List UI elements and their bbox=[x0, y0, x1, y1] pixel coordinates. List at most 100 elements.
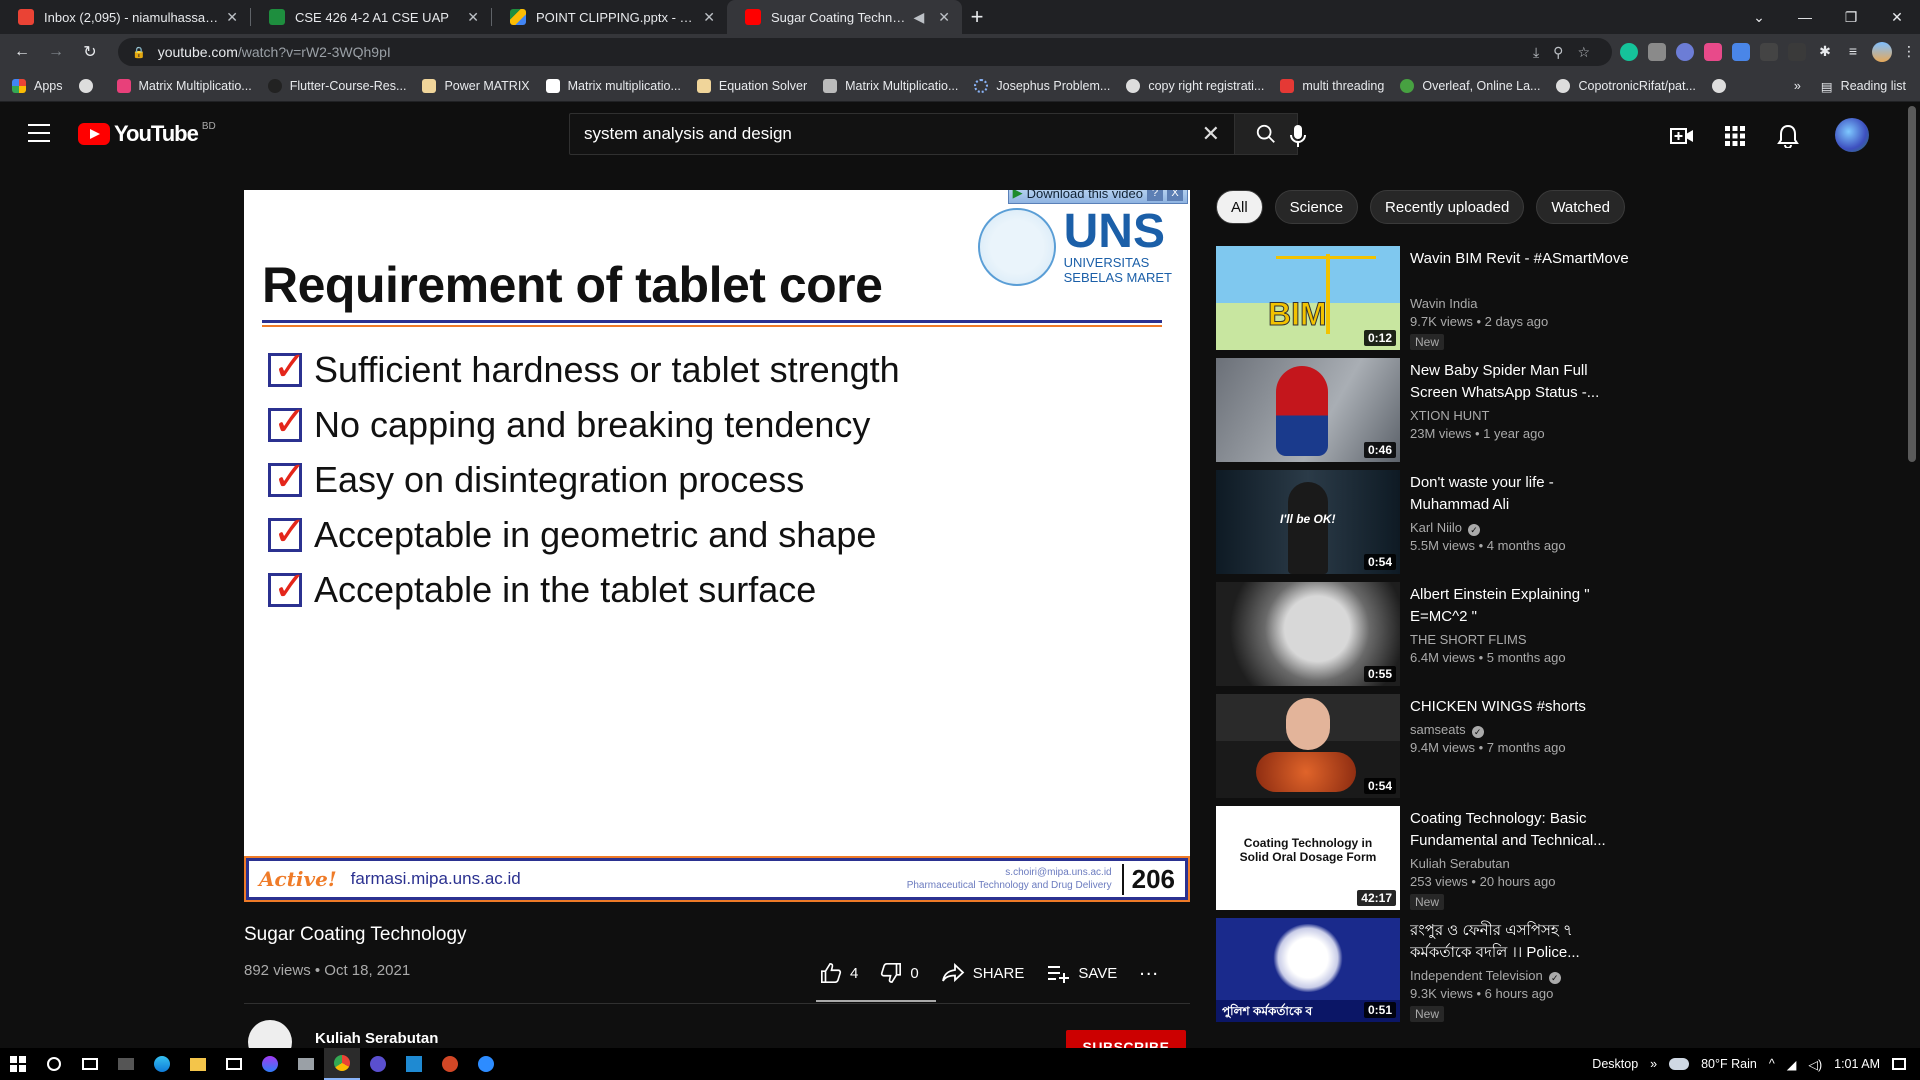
recommended-video[interactable]: Coating Technology in Solid Oral Dosage … bbox=[1216, 806, 1636, 918]
extension-icon[interactable] bbox=[1676, 43, 1694, 61]
recommended-channel[interactable]: Independent Television ✓ bbox=[1410, 968, 1561, 984]
media-icon[interactable]: ≡ bbox=[1844, 43, 1862, 61]
search-icon[interactable] bbox=[36, 1048, 72, 1080]
chip-all[interactable]: All bbox=[1216, 190, 1263, 224]
pen-extension-icon[interactable] bbox=[1788, 43, 1806, 61]
recommended-title[interactable]: CHICKEN WINGS #shorts bbox=[1410, 696, 1630, 718]
puzzle-icon[interactable]: ✱ bbox=[1816, 43, 1834, 61]
video-thumbnail[interactable]: BIM 0:12 bbox=[1216, 246, 1400, 350]
reload-icon[interactable]: ↻ bbox=[76, 42, 104, 62]
mail-icon[interactable] bbox=[216, 1048, 252, 1080]
download-video-bar[interactable]: ▶ Download this video ? X bbox=[1007, 190, 1188, 204]
recommended-title[interactable]: Wavin BIM Revit - #ASmartMove bbox=[1410, 248, 1630, 270]
bookmark-item[interactable]: Overleaf, Online La... bbox=[1400, 78, 1540, 93]
notifications-button[interactable] bbox=[1776, 124, 1800, 148]
app-icon[interactable] bbox=[468, 1048, 504, 1080]
close-window-icon[interactable]: ✕ bbox=[1874, 9, 1920, 26]
youtube-logo[interactable]: YouTube BD bbox=[78, 121, 216, 147]
voice-search-button[interactable] bbox=[1278, 116, 1318, 156]
weather-text[interactable]: 80°F Rain bbox=[1701, 1057, 1757, 1071]
bookmark-apps[interactable]: Apps bbox=[12, 78, 63, 93]
bookmark-item[interactable] bbox=[1711, 78, 1734, 93]
clear-search-icon[interactable]: ✕ bbox=[1202, 121, 1220, 147]
task-view-icon[interactable] bbox=[72, 1048, 108, 1080]
bookmark-item[interactable]: Matrix Multiplicatio... bbox=[116, 78, 252, 93]
like-button[interactable]: 4 bbox=[820, 962, 858, 984]
page-scrollbar[interactable] bbox=[1904, 102, 1920, 1048]
profile-tab-search-icon[interactable]: ⌄ bbox=[1736, 9, 1782, 26]
camera-extension-icon[interactable] bbox=[1648, 43, 1666, 61]
cmd-icon[interactable] bbox=[108, 1048, 144, 1080]
dislike-button[interactable]: 0 bbox=[880, 962, 919, 984]
recommended-title[interactable]: Albert Einstein Explaining " E=MC^2 " bbox=[1410, 584, 1630, 628]
chip-watched[interactable]: Watched bbox=[1536, 190, 1625, 224]
profile-avatar[interactable] bbox=[1872, 42, 1892, 62]
clock[interactable]: 1:01 AM bbox=[1834, 1057, 1880, 1071]
video-thumbnail[interactable]: Coating Technology in Solid Oral Dosage … bbox=[1216, 806, 1400, 910]
recommended-title[interactable]: Coating Technology: Basic Fundamental an… bbox=[1410, 808, 1630, 852]
bookmark-item[interactable]: Matrix Multiplicatio... bbox=[823, 78, 958, 93]
video-extension-icon[interactable] bbox=[1704, 43, 1722, 61]
video-thumbnail[interactable]: 0:46 bbox=[1216, 358, 1400, 462]
video-thumbnail[interactable]: 0:54 bbox=[1216, 694, 1400, 798]
save-button[interactable]: SAVE bbox=[1046, 963, 1117, 983]
reading-list-icon[interactable]: ▤ bbox=[1821, 79, 1833, 94]
extension-icon[interactable] bbox=[1760, 43, 1778, 61]
bookmark-item[interactable]: copy right registrati... bbox=[1126, 78, 1264, 93]
recommended-channel[interactable]: Wavin India bbox=[1410, 296, 1477, 311]
create-video-button[interactable] bbox=[1670, 124, 1694, 148]
desktop-toolbar[interactable]: Desktop bbox=[1592, 1057, 1638, 1071]
apps-button[interactable] bbox=[1723, 124, 1747, 148]
more-actions-button[interactable]: ... bbox=[1139, 958, 1159, 981]
volume-icon[interactable]: ◁) bbox=[1808, 1057, 1822, 1072]
forward-icon[interactable]: → bbox=[42, 43, 70, 61]
bookmark-item[interactable] bbox=[78, 78, 101, 93]
powerpoint-icon[interactable] bbox=[432, 1048, 468, 1080]
bookmark-item[interactable]: Equation Solver bbox=[696, 78, 807, 93]
share-button[interactable]: SHARE bbox=[941, 963, 1024, 983]
minimize-icon[interactable]: — bbox=[1782, 9, 1828, 25]
restore-icon[interactable]: ❐ bbox=[1828, 9, 1874, 26]
reading-list-button[interactable]: Reading list bbox=[1841, 79, 1906, 93]
close-icon[interactable]: ✕ bbox=[226, 9, 238, 26]
close-icon[interactable]: ✕ bbox=[467, 9, 479, 26]
app-icon[interactable] bbox=[360, 1048, 396, 1080]
chevron-double-right-icon[interactable]: » bbox=[1650, 1057, 1657, 1071]
recommended-title[interactable]: রংপুর ও ফেনীর এসপিসহ ৭ কর্মকর্তাকে বদলি … bbox=[1410, 920, 1630, 964]
recommended-video[interactable]: 0:55 Albert Einstein Explaining " E=MC^2… bbox=[1216, 582, 1636, 694]
lock-icon[interactable]: 🔒 bbox=[132, 46, 146, 59]
scrollbar-thumb[interactable] bbox=[1908, 106, 1916, 462]
bookmark-item[interactable]: multi threading bbox=[1280, 78, 1384, 93]
bookmarks-overflow-button[interactable]: » bbox=[1794, 79, 1801, 93]
grammarly-extension-icon[interactable] bbox=[1620, 43, 1638, 61]
bookmark-star-icon[interactable]: ☆ bbox=[1577, 44, 1590, 61]
menu-icon[interactable]: ⋮ bbox=[1902, 43, 1916, 61]
recommended-title[interactable]: New Baby Spider Man Full Screen WhatsApp… bbox=[1410, 360, 1630, 404]
guide-menu-icon[interactable] bbox=[28, 124, 50, 142]
browser-tab-classroom[interactable]: CSE 426 4-2 A1 CSE UAP ✕ bbox=[251, 0, 491, 34]
mute-icon[interactable]: ◀ bbox=[913, 9, 924, 26]
close-icon[interactable]: ✕ bbox=[703, 9, 715, 26]
help-button[interactable]: ? bbox=[1147, 190, 1163, 201]
video-thumbnail[interactable]: I'll be OK! 0:54 bbox=[1216, 470, 1400, 574]
recommended-channel[interactable]: XTION HUNT bbox=[1410, 408, 1489, 423]
address-bar[interactable]: 🔒 youtube.com/watch?v=rW2-3WQh9pI ⤓ ⚲ ☆ bbox=[118, 38, 1612, 66]
recommended-channel[interactable]: samseats ✓ bbox=[1410, 722, 1484, 738]
search-input[interactable]: system analysis and design ✕ bbox=[569, 113, 1235, 155]
video-thumbnail[interactable]: 0:55 bbox=[1216, 582, 1400, 686]
chevron-up-icon[interactable]: ^ bbox=[1769, 1057, 1775, 1071]
notification-center-icon[interactable] bbox=[1892, 1058, 1906, 1070]
close-icon[interactable]: ✕ bbox=[938, 9, 950, 26]
recommended-video[interactable]: I'll be OK! 0:54 Don't waste your life -… bbox=[1216, 470, 1636, 582]
recommended-channel[interactable]: Karl Niilo ✓ bbox=[1410, 520, 1481, 536]
edge-icon[interactable] bbox=[144, 1048, 180, 1080]
recommended-title[interactable]: Don't waste your life - Muhammad Ali bbox=[1410, 472, 1630, 516]
app-icon[interactable] bbox=[288, 1048, 324, 1080]
chip-science[interactable]: Science bbox=[1274, 190, 1359, 224]
account-avatar[interactable] bbox=[1835, 118, 1869, 152]
recommended-video[interactable]: পুলিশ কর্মকর্তাকে ব 0:51 রংপুর ও ফেনীর এ… bbox=[1216, 918, 1636, 1030]
channel-name[interactable]: Kuliah Serabutan bbox=[315, 1030, 438, 1047]
new-tab-button[interactable]: + bbox=[962, 0, 992, 34]
recommended-channel[interactable]: THE SHORT FLIMS bbox=[1410, 632, 1527, 647]
bookmark-item[interactable]: Matrix multiplicatio... bbox=[545, 78, 681, 93]
